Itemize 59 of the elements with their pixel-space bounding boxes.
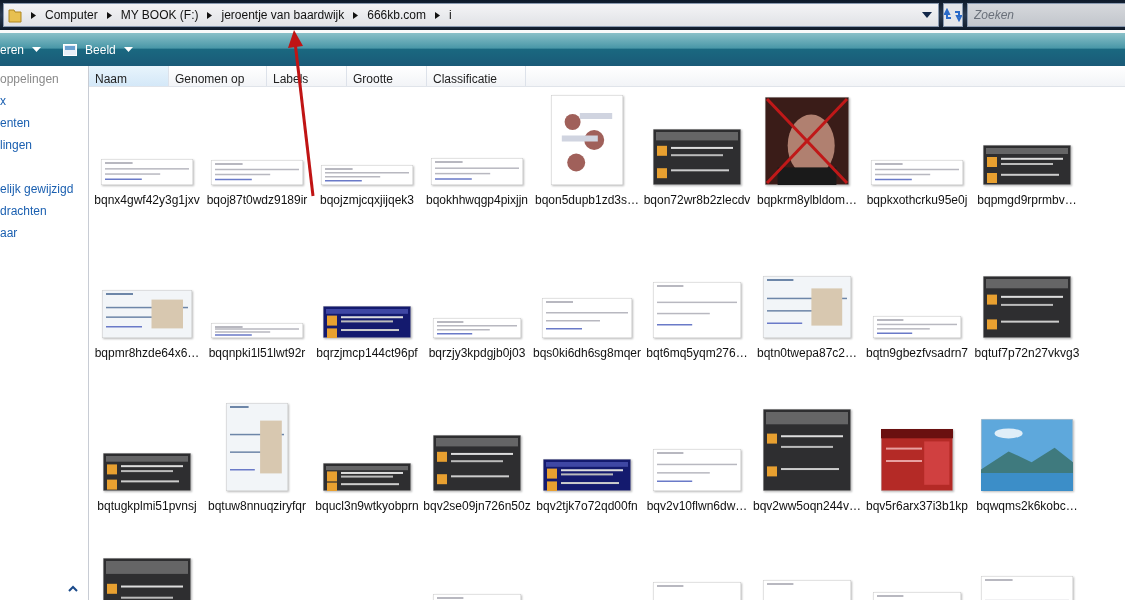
file-name[interactable]: bqtugkplmi51pvnsj [97,499,197,513]
breadcrumb[interactable]: i [448,8,452,22]
folder-icon [8,7,22,23]
column-header[interactable]: Genomen op [169,66,267,86]
file-name[interactable]: bqv2tjk7o72qd00fn [536,499,638,513]
file-name[interactable]: bqojzmjcqxjijqek3 [319,193,414,207]
file-name[interactable]: bqtn9gbezfvsadrn7 [865,346,969,360]
file-name[interactable]: bqv5r6arx37i3b1kp [865,499,969,513]
file-name[interactable]: bqon5dupb1zd3s… [534,193,640,207]
caret-icon [32,47,42,52]
file-name[interactable]: bqpmr8hzde64x6… [94,346,200,360]
breadcrumb-arrow-icon[interactable] [31,11,36,19]
file-name[interactable]: bqv2ww5oqn244v… [752,499,862,513]
file-name[interactable]: bqokhhwqgp4pixjjn [425,193,529,207]
breadcrumb[interactable]: Computer [45,8,98,22]
breadcrumb-arrow-icon[interactable] [207,11,213,19]
sidebar-item[interactable]: enten [0,116,88,138]
file-name[interactable]: bqucl3n9wtkyobprn [315,499,419,513]
file-name[interactable]: bqnx4gwf42y3g1jxv [94,193,200,207]
collapse-icon[interactable] [68,585,78,592]
toolbar-button[interactable]: Beeld [63,42,137,57]
sidebar-header: oppelingen [0,72,60,88]
file-name[interactable]: bqoj87t0wdz9189ir [206,193,308,207]
file-name[interactable]: bqs0ki6dh6sg8mqer [532,346,642,360]
file-name[interactable]: bqv2se09jn726n50z [423,499,531,513]
file-name[interactable]: bqon72wr8b2zlecdv [643,193,751,207]
file-name[interactable]: bqtuw8nnuqziryfqr [207,499,307,513]
refresh-button[interactable] [943,3,963,27]
file-name[interactable]: bqpkrm8ylbldom… [756,193,857,207]
file-name[interactable]: bqt6mq5yqm276… [646,346,748,360]
sidebar-item[interactable]: drachten [0,204,88,226]
breadcrumb[interactable]: 666kb.com [367,8,426,22]
file-name[interactable]: bqpkxothcrku95e0j [866,193,968,207]
file-name[interactable]: bqtuf7p72n27vkvg3 [974,346,1080,360]
sidebar-item[interactable]: elijk gewijzigd [0,182,88,204]
breadcrumb-arrow-icon[interactable] [353,11,359,19]
sidebar-item[interactable]: x [0,94,88,116]
file-name[interactable]: bqv2v10flwn6dw… [646,499,748,513]
dropdown-icon[interactable] [922,12,932,18]
file-name[interactable]: bqqnpki1l51lwt92r [208,346,306,360]
file-name[interactable]: bqtn0twepa87c2… [756,346,858,360]
sidebar-item[interactable]: aar [0,226,88,248]
breadcrumb[interactable]: jeroentje van baardwijk [221,8,345,22]
view-icon [63,43,78,56]
file-name[interactable]: bqpmgd9rprmbv… [977,193,1077,207]
sidebar-item[interactable]: lingen [0,138,88,160]
breadcrumb-arrow-icon[interactable] [106,11,112,19]
file-name[interactable]: bqwqms2k6kobc… [976,499,1078,513]
address-field[interactable]: Computer MY BOOK (F:) jeroentje van baardwijk 666kb.com i [3,3,939,27]
breadcrumb[interactable]: MY BOOK (F:) [120,8,199,22]
file-name[interactable]: bqrzjmcp144ct96pf [316,346,418,360]
toolbar-button[interactable]: eren [0,42,46,57]
caret-icon [123,47,133,52]
breadcrumb-arrow-icon[interactable] [434,11,440,19]
column-header[interactable]: Grootte [347,66,427,86]
column-header[interactable]: Classificatie [427,66,526,86]
file-name[interactable]: bqrzjy3kpdgjb0j03 [428,346,526,360]
column-header[interactable]: Naam [89,66,169,86]
search-field[interactable]: Zoeken [967,3,1125,27]
